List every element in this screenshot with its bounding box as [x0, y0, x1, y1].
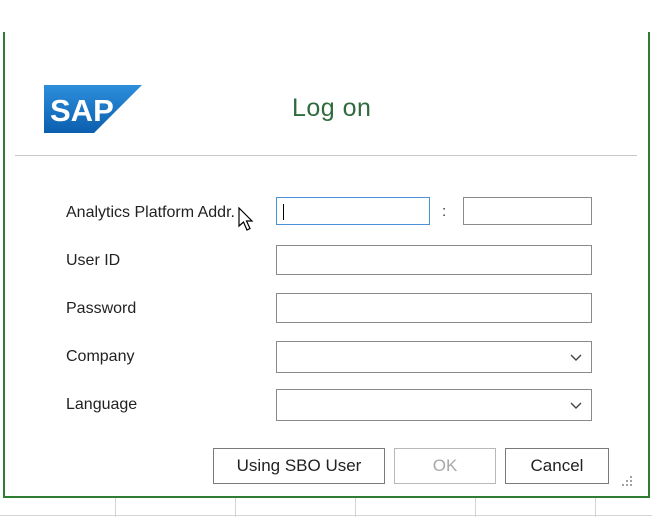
chevron-down-icon	[570, 354, 582, 361]
password-label: Password	[66, 300, 137, 317]
language-label: Language	[66, 396, 138, 413]
mouse-pointer-icon	[238, 207, 254, 231]
user-id-label: User ID	[66, 252, 121, 269]
analytics-platform-host-input[interactable]	[276, 197, 430, 225]
company-label: Company	[66, 348, 135, 365]
password-input[interactable]	[276, 293, 592, 323]
spreadsheet-gridline	[595, 498, 596, 517]
spreadsheet-gridline	[0, 515, 652, 516]
cancel-button[interactable]: Cancel	[505, 448, 609, 484]
dialog-border-bottom	[3, 496, 650, 498]
header-divider	[15, 155, 637, 156]
spreadsheet-gridline	[115, 498, 116, 517]
dialog-title: Log on	[292, 94, 372, 122]
company-select[interactable]	[276, 341, 592, 373]
text-caret	[283, 204, 284, 220]
address-separator: :	[442, 203, 447, 220]
sap-logo-text: SAP	[50, 93, 114, 128]
analytics-platform-label: Analytics Platform Addr.	[66, 204, 235, 221]
user-id-input[interactable]	[276, 245, 592, 275]
spreadsheet-gridline	[235, 498, 236, 517]
sap-logo: SAP	[44, 85, 142, 133]
using-sbo-user-button[interactable]: Using SBO User	[213, 448, 385, 484]
language-select[interactable]	[276, 389, 592, 421]
dialog-border-left	[3, 32, 5, 498]
analytics-platform-port-input[interactable]	[463, 197, 592, 225]
chevron-down-icon	[570, 402, 582, 409]
spreadsheet-gridline	[355, 498, 356, 517]
spreadsheet-gridline	[475, 498, 476, 517]
ok-button[interactable]: OK	[394, 448, 496, 484]
resize-grip-icon[interactable]	[620, 474, 634, 488]
dialog-border-right	[648, 32, 650, 498]
